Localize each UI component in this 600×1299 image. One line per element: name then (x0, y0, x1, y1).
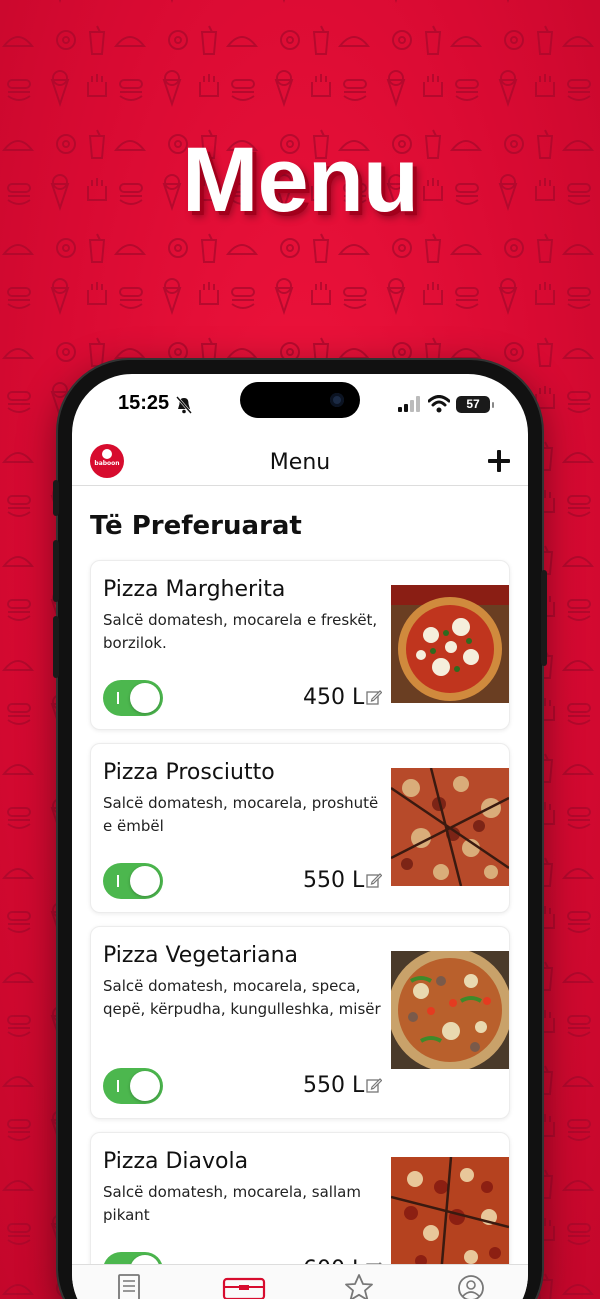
pizza-vegetariana-photo (391, 951, 509, 1069)
page-title: Menu (269, 450, 331, 475)
item-name: Pizza Prosciutto (103, 760, 275, 785)
item-description: Salcë domatesh, mocarela, proshutë e ëmb… (103, 794, 379, 835)
phone-volume-down (53, 616, 59, 678)
food-box-icon[interactable] (222, 1273, 266, 1299)
item-price: 550 L (303, 868, 365, 893)
battery-icon: 57 (456, 396, 494, 413)
settings-icon[interactable] (456, 1273, 486, 1299)
menu-item-card[interactable]: Pizza Vegetariana Salcë domatesh, mocare… (90, 926, 510, 1119)
status-time: 15:25 (118, 392, 170, 414)
phone-screen: 15:25 57 baboon Menu Të Preferuarat Pizz… (72, 374, 528, 1299)
toggle-knob (130, 1071, 160, 1101)
phone-volume-up (53, 540, 59, 602)
item-description: Salcë domatesh, mocarela, speca, qepë, k… (103, 977, 381, 1018)
tab-bar (72, 1264, 528, 1299)
availability-toggle[interactable] (103, 1068, 163, 1104)
item-name: Pizza Margherita (103, 577, 286, 602)
phone-side-button (53, 480, 59, 516)
phone-frame: 15:25 57 baboon Menu Të Preferuarat Pizz… (53, 360, 547, 1299)
menu-list-icon[interactable] (114, 1273, 144, 1299)
availability-toggle[interactable] (103, 680, 163, 716)
toggle-knob (130, 866, 160, 896)
edit-icon[interactable] (366, 1077, 382, 1093)
toggle-knob (130, 683, 160, 713)
item-name: Pizza Diavola (103, 1149, 249, 1174)
add-item-button[interactable] (486, 448, 512, 474)
pizza-margherita-photo (391, 585, 509, 703)
wifi-icon (428, 395, 450, 413)
phone-power-button (541, 570, 547, 666)
edit-icon[interactable] (366, 872, 382, 888)
section-title: Të Preferuarat (90, 511, 302, 541)
camera-icon (330, 393, 344, 407)
status-bar: 15:25 57 (72, 374, 528, 436)
dynamic-island (240, 382, 360, 418)
menu-content[interactable]: Të Preferuarat Pizza Margherita Salcë do… (72, 487, 528, 1267)
menu-item-card[interactable]: Pizza Prosciutto Salcë domatesh, mocarel… (90, 743, 510, 913)
star-icon[interactable] (344, 1273, 374, 1299)
item-name: Pizza Vegetariana (103, 943, 299, 968)
item-description: Salcë domatesh, mocarela e freskët, borz… (103, 611, 378, 652)
availability-toggle[interactable] (103, 863, 163, 899)
edit-icon[interactable] (366, 689, 382, 705)
item-price: 550 L (303, 1073, 365, 1098)
menu-item-card[interactable]: Pizza Diavola Salcë domatesh, mocarela, … (90, 1132, 510, 1267)
menu-item-card[interactable]: Pizza Margherita Salcë domatesh, mocarel… (90, 560, 510, 730)
nav-bar: baboon Menu (72, 442, 528, 486)
bell-muted-icon (176, 396, 192, 414)
signal-icon (398, 396, 420, 412)
hero-title: Menu (181, 129, 419, 231)
pizza-diavola-photo (391, 1157, 509, 1267)
pizza-prosciutto-photo (391, 768, 509, 886)
item-description: Salcë domatesh, mocarela, sallam pikant (103, 1183, 361, 1224)
item-price: 450 L (303, 685, 365, 710)
